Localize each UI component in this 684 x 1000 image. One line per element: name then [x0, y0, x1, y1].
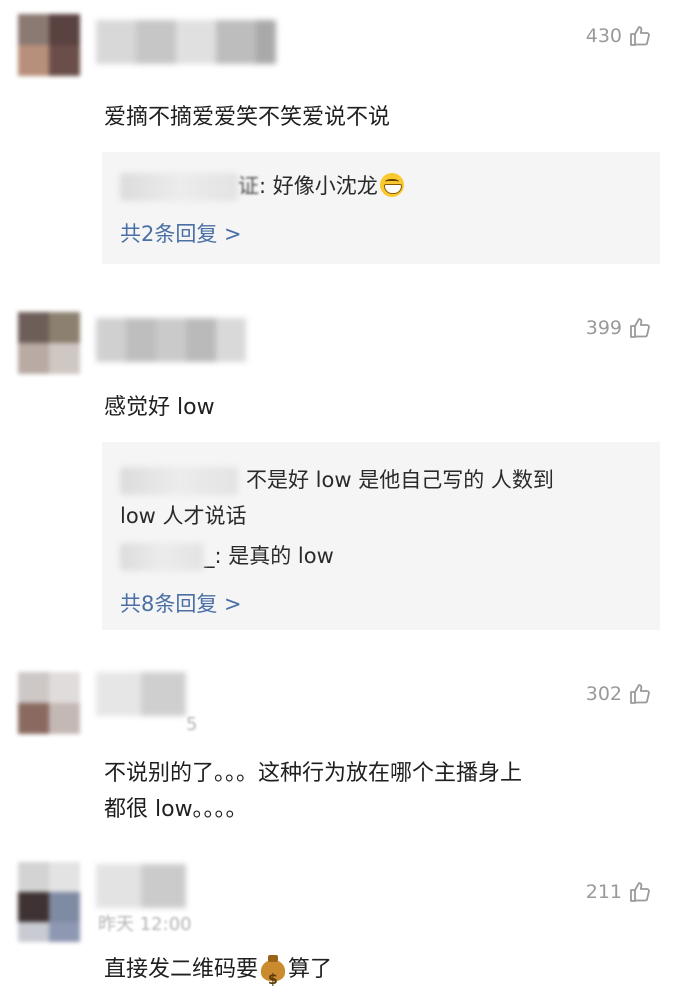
username-blurred[interactable]: [96, 318, 246, 362]
reply-text: _: 是真的 low: [204, 544, 334, 568]
thumbs-up-icon[interactable]: [628, 316, 652, 340]
view-replies-link[interactable]: 共8条回复 >: [120, 588, 242, 618]
reply-line: 证: 好像小沈龙: [120, 168, 640, 204]
avatar[interactable]: [18, 312, 80, 374]
avatar[interactable]: [18, 672, 80, 734]
reply-username-blurred: [120, 543, 204, 571]
money-bag-icon: [260, 953, 286, 998]
like-count[interactable]: 211: [586, 880, 652, 904]
like-count-value: 302: [585, 683, 622, 705]
like-count[interactable]: 430: [586, 24, 652, 48]
comment-text: 感觉好 low: [104, 395, 215, 420]
comment-time: 5: [186, 714, 198, 735]
comment-item: 430 爱摘不摘爱爱笑不笑爱说不说 证: 好像小沈龙 共2条回复 >: [0, 0, 684, 290]
username-blurred[interactable]: [96, 672, 186, 716]
thumbs-up-icon[interactable]: [628, 24, 652, 48]
reply-username-blurred: [120, 467, 238, 495]
reply-username-blurred: [120, 173, 238, 201]
reply-text: 不是好 low 是他自己写的 人数到: [246, 468, 554, 492]
comment-text-line: 都很 low。。。。: [104, 797, 248, 822]
comment-text-after: 算了: [288, 957, 333, 982]
reply-line-continued: low 人才说话: [120, 504, 247, 528]
reply-line: 不是好 low 是他自己写的 人数到: [120, 462, 640, 498]
reply-box[interactable]: 不是好 low 是他自己写的 人数到 low 人才说话 _: 是真的 low 共…: [102, 442, 660, 630]
like-count[interactable]: 302: [586, 682, 652, 706]
avatar[interactable]: [18, 862, 80, 942]
reply-text: : 好像小沈龙: [259, 174, 378, 198]
reply-box[interactable]: 证: 好像小沈龙 共2条回复 >: [102, 152, 660, 264]
like-count[interactable]: 399: [586, 316, 652, 340]
view-replies-link[interactable]: 共2条回复 >: [120, 218, 242, 248]
comment-text-line: 不说别的了。。。这种行为放在哪个主播身上: [104, 761, 523, 786]
comment-item: 302 5 不说别的了。。。这种行为放在哪个主播身上 都很 low。。。。: [0, 650, 684, 850]
like-count-value: 399: [585, 317, 622, 339]
comment-text-before: 直接发二维码要: [104, 957, 259, 982]
username-blurred[interactable]: [96, 864, 186, 908]
like-count-value: 430: [585, 25, 622, 47]
comment-item: 211 昨天 12:00 直接发二维码要 算了: [0, 850, 684, 1000]
comment-text: 不说别的了。。。这种行为放在哪个主播身上 都很 low。。。。: [104, 756, 664, 828]
reply-name-suffix: 证: [238, 174, 259, 198]
username-blurred[interactable]: [96, 20, 276, 64]
comment-text: 直接发二维码要 算了: [104, 952, 664, 998]
comment-text: 爱摘不摘爱爱笑不笑爱说不说: [104, 105, 391, 130]
like-count-value: 211: [585, 881, 622, 903]
reply-line: _: 是真的 low: [120, 538, 640, 574]
avatar[interactable]: [18, 14, 80, 76]
thumbs-up-icon[interactable]: [628, 880, 652, 904]
grinning-face-icon: [379, 173, 404, 197]
comment-item: 399 感觉好 low 不是好 low 是他自己写的 人数到 low 人才说话 …: [0, 290, 684, 650]
thumbs-up-icon[interactable]: [628, 682, 652, 706]
comment-time: 昨天 12:00: [98, 914, 192, 935]
